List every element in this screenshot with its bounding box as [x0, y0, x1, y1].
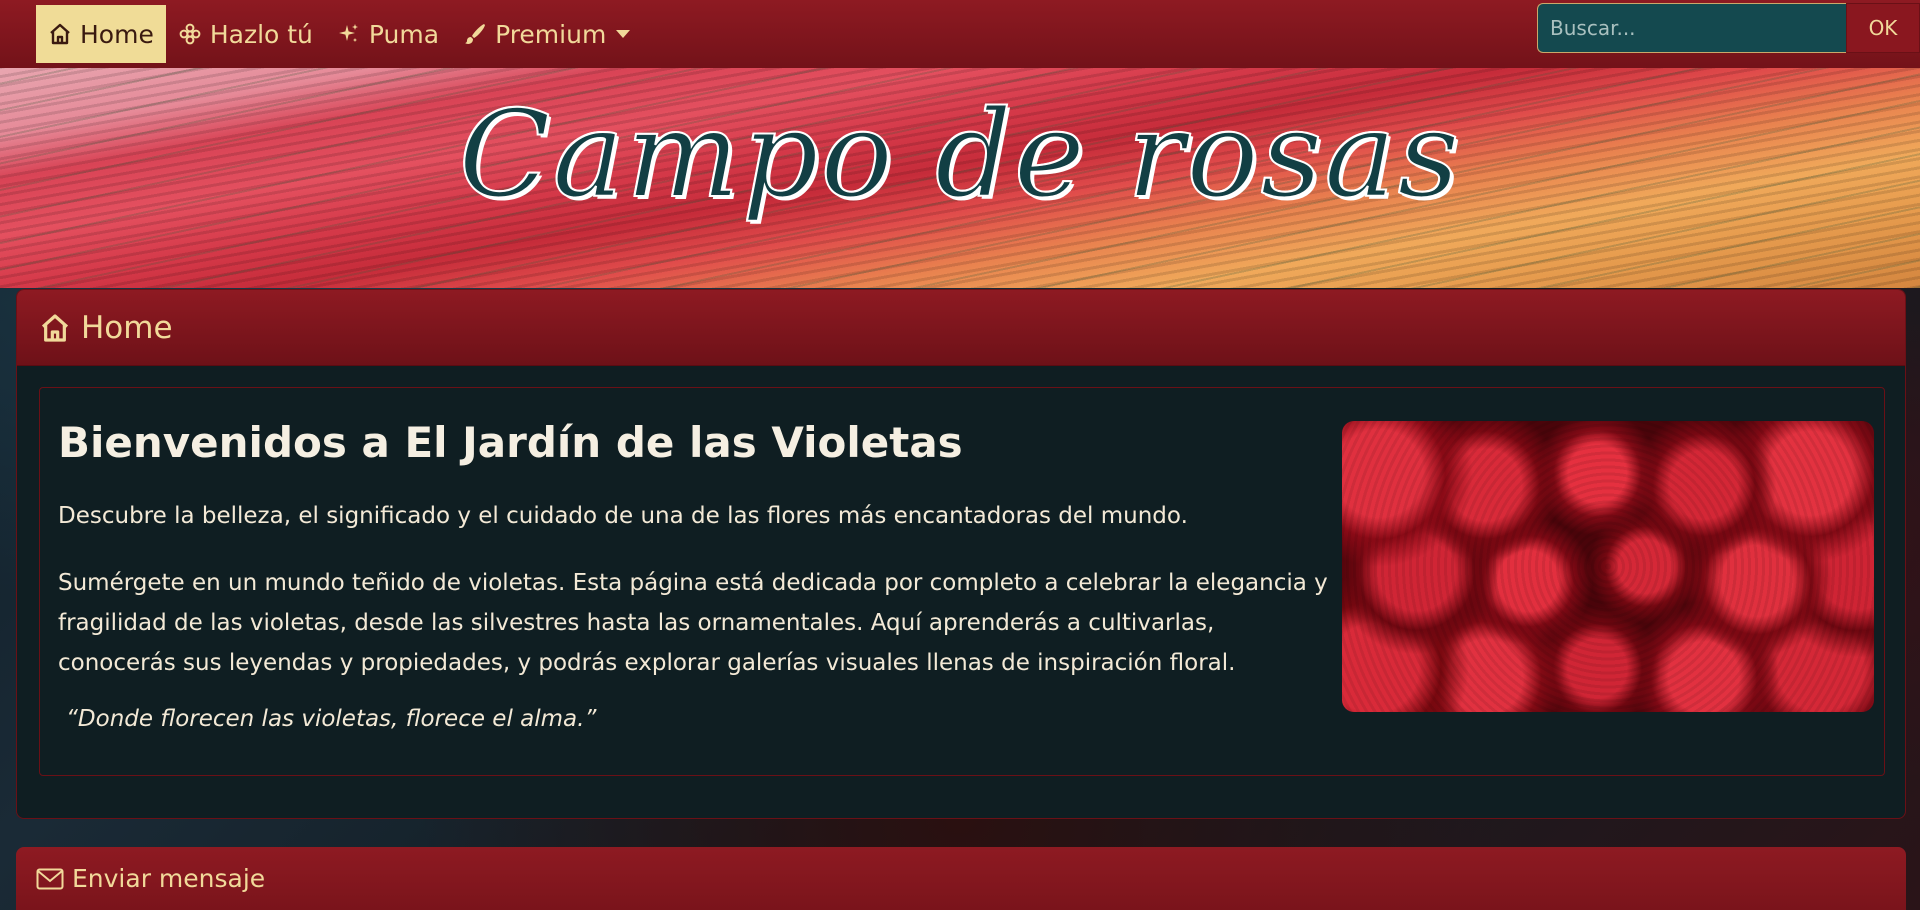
search-form: OK: [1537, 3, 1920, 53]
welcome-subtitle: Descubre la belleza, el significado y el…: [58, 503, 1188, 529]
nav-item-hazlo-tu[interactable]: Hazlo tú: [166, 5, 325, 63]
envelope-icon: [36, 868, 64, 889]
roses-image: [1342, 421, 1874, 712]
nav-item-label: Hazlo tú: [209, 19, 313, 49]
nav-item-label: Home: [80, 19, 154, 49]
nav-item-puma[interactable]: Puma: [325, 5, 451, 63]
message-card[interactable]: Enviar mensaje: [16, 847, 1906, 910]
welcome-title: Bienvenidos a El Jardín de las Violetas: [58, 418, 963, 467]
search-button[interactable]: OK: [1846, 3, 1920, 53]
welcome-box: Bienvenidos a El Jardín de las Violetas …: [39, 387, 1885, 776]
brush-icon: [465, 24, 486, 44]
sparkles-icon: [338, 24, 358, 42]
welcome-quote: “Donde florecen las violetas, florece el…: [66, 706, 597, 732]
nav-item-home[interactable]: Home: [36, 5, 166, 63]
chevron-down-icon: [616, 30, 631, 38]
search-input[interactable]: [1537, 3, 1846, 53]
home-card: Home Bienvenidos a El Jardín de las Viol…: [16, 289, 1906, 819]
hero-banner: Campo de rosas: [0, 68, 1920, 288]
nav-item-premium[interactable]: Premium: [451, 5, 642, 63]
home-icon: [41, 313, 69, 342]
message-card-title: Enviar mensaje: [72, 864, 266, 893]
home-icon: [50, 23, 70, 45]
welcome-description: Sumérgete en un mundo teñido de violetas…: [58, 570, 1328, 676]
top-navbar: Home Hazlo tú Puma Premium OK: [0, 0, 1920, 68]
banner-title: Campo de rosas: [458, 85, 1462, 226]
nav-item-label: Puma: [368, 19, 440, 49]
card-header: Home: [17, 290, 1905, 366]
nav-item-label: Premium: [495, 19, 607, 49]
flower-icon: [179, 23, 201, 45]
card-header-title: Home: [81, 309, 173, 346]
